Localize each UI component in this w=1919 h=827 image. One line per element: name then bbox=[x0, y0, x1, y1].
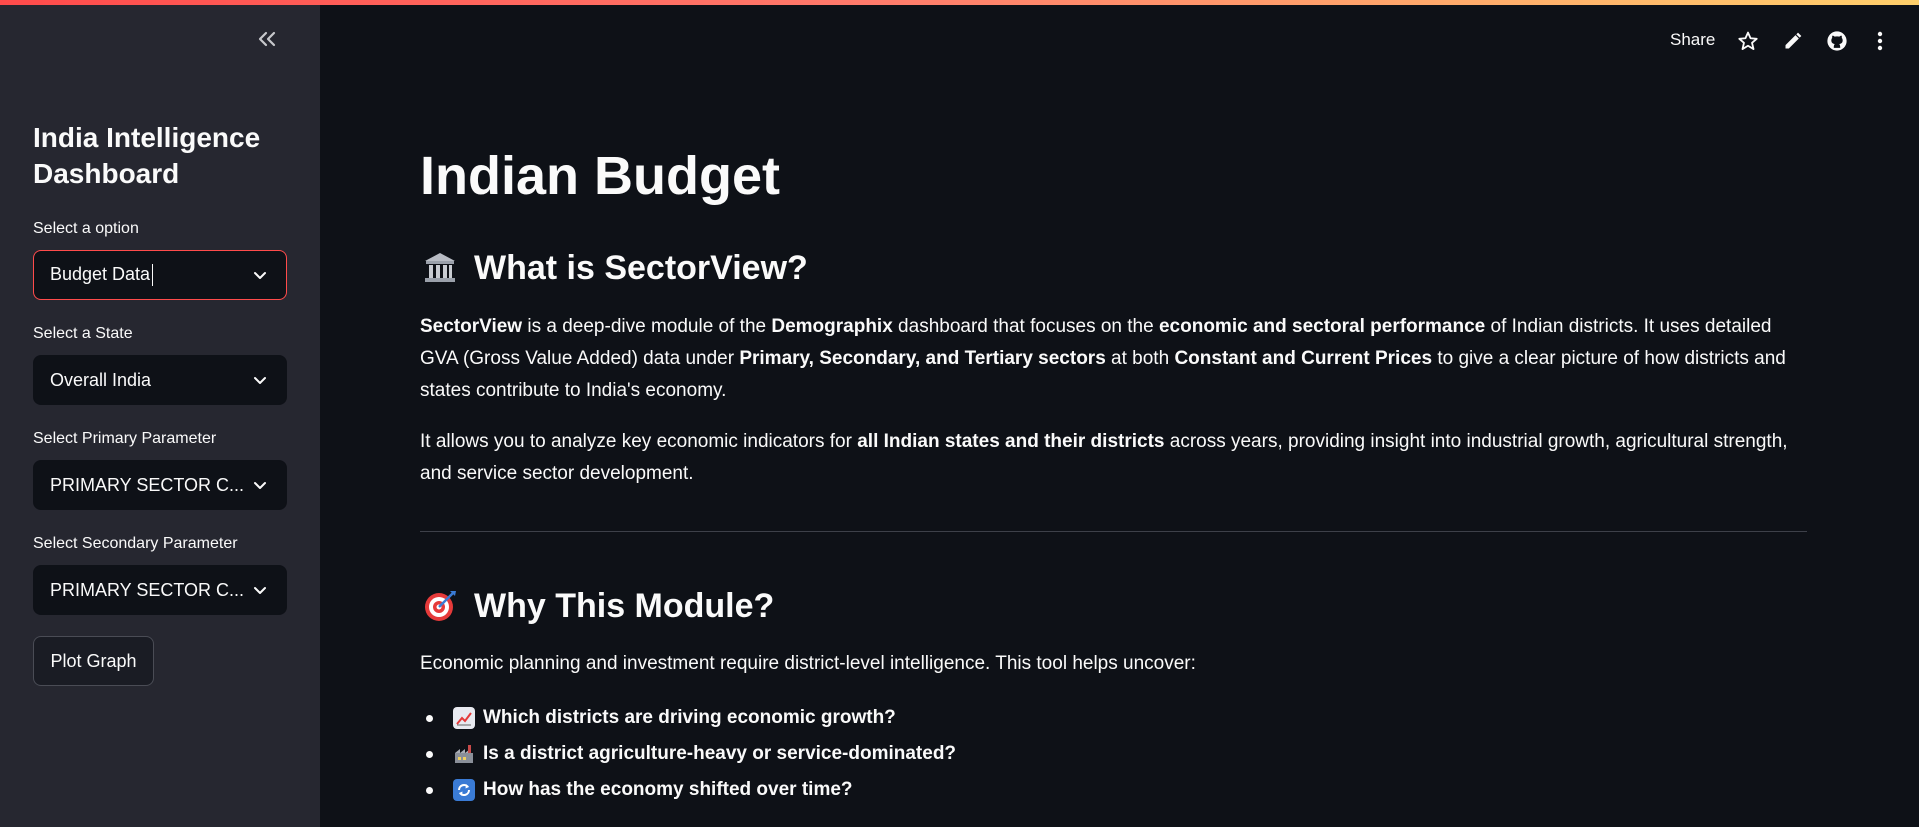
primary-parameter-select[interactable]: PRIMARY SECTOR C... bbox=[33, 460, 287, 510]
github-icon[interactable] bbox=[1824, 28, 1850, 54]
section-heading-sectorview: What is SectorView? bbox=[420, 248, 808, 288]
pencil-icon[interactable] bbox=[1780, 28, 1806, 54]
primary-parameter-label: Select Primary Parameter bbox=[33, 430, 217, 447]
top-accent-bar bbox=[0, 0, 1919, 5]
section-heading-text: Why This Module? bbox=[474, 586, 775, 625]
section-heading-text: What is SectorView? bbox=[474, 248, 808, 287]
sectorview-analysis-paragraph: It allows you to analyze key economic in… bbox=[420, 431, 1788, 484]
section-heading-why-module: Why This Module? bbox=[420, 586, 774, 626]
collapse-sidebar-button[interactable] bbox=[250, 26, 284, 56]
list-item: Is a district agriculture-heavy or servi… bbox=[420, 736, 956, 772]
page-title: Indian Budget bbox=[420, 146, 780, 206]
option-select-label: Select a option bbox=[33, 220, 139, 237]
secondary-parameter-label: Select Secondary Parameter bbox=[33, 535, 238, 552]
sidebar-title: India Intelligence Dashboard bbox=[33, 122, 261, 189]
option-select-value: Budget Data bbox=[50, 264, 252, 287]
chevron-down-icon bbox=[252, 476, 270, 494]
state-select[interactable]: Overall India bbox=[33, 355, 287, 405]
classical-building-icon bbox=[420, 248, 460, 288]
secondary-parameter-select[interactable]: PRIMARY SECTOR C... bbox=[33, 565, 287, 615]
chevron-down-icon bbox=[252, 581, 270, 599]
chart-increasing-icon bbox=[453, 707, 475, 729]
why-module-list: Which districts are driving economic gro… bbox=[420, 700, 956, 808]
chevron-down-icon bbox=[252, 371, 270, 389]
bullet-dot bbox=[426, 714, 433, 722]
secondary-parameter-value: PRIMARY SECTOR C... bbox=[50, 579, 245, 600]
bullet-dot bbox=[426, 786, 433, 794]
sectorview-description: SectorView is a deep-dive module of the … bbox=[420, 316, 1786, 401]
list-item-text: How has the economy shifted over time? bbox=[483, 779, 853, 800]
list-item-text: Is a district agriculture-heavy or servi… bbox=[483, 743, 957, 764]
list-item-text: Which districts are driving economic gro… bbox=[483, 707, 896, 728]
state-select-value: Overall India bbox=[50, 369, 152, 390]
list-item: Which districts are driving economic gro… bbox=[420, 700, 956, 736]
bullet-dot bbox=[426, 750, 433, 758]
more-vertical-icon[interactable] bbox=[1867, 28, 1893, 54]
direct-hit-target-icon bbox=[420, 586, 460, 626]
list-item: How has the economy shifted over time? bbox=[420, 772, 956, 808]
share-button[interactable]: Share bbox=[1670, 30, 1715, 50]
star-icon[interactable] bbox=[1735, 28, 1761, 54]
section-divider bbox=[420, 531, 1807, 532]
primary-parameter-value: PRIMARY SECTOR C... bbox=[50, 474, 245, 495]
double-chevron-left-icon bbox=[257, 31, 277, 52]
sidebar: India Intelligence Dashboard Select a op… bbox=[0, 0, 320, 827]
factory-icon bbox=[453, 743, 475, 765]
why-module-intro: Economic planning and investment require… bbox=[420, 653, 1196, 674]
plot-graph-button[interactable]: Plot Graph bbox=[33, 636, 154, 686]
chevron-down-icon bbox=[252, 266, 270, 284]
state-select-label: Select a State bbox=[33, 325, 133, 342]
option-select[interactable]: Budget Data bbox=[33, 250, 287, 300]
arrows-cycle-icon bbox=[453, 779, 475, 801]
